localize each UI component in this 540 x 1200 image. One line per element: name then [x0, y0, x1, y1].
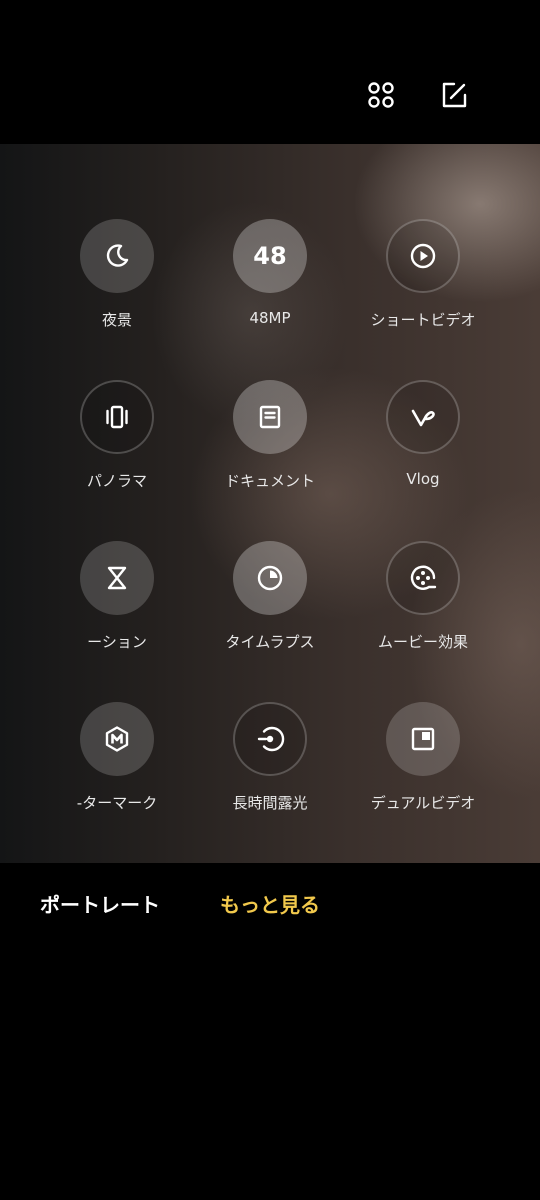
- panorama-icon: [80, 380, 154, 454]
- long-exposure-icon: [233, 702, 307, 776]
- dual-video-icon: [386, 702, 460, 776]
- mode-short-video[interactable]: ショートビデオ: [333, 219, 513, 359]
- mode-grid-panel: 夜景 48 48MP ショートビデオ パノラマ ドキュメント Vlog ーション…: [0, 144, 540, 863]
- edit-icon[interactable]: [436, 77, 472, 113]
- mode-tab-portrait[interactable]: ポートレート: [40, 889, 160, 918]
- top-bar: [0, 0, 540, 144]
- hourglass-icon: [80, 541, 154, 615]
- mode-label: Vlog: [406, 470, 440, 488]
- mode-tab-more[interactable]: もっと見る: [220, 889, 320, 918]
- film-reel-icon: [386, 541, 460, 615]
- mode-vlog[interactable]: Vlog: [333, 380, 513, 520]
- moon-icon: [80, 219, 154, 293]
- 48-icon: 48: [233, 219, 307, 293]
- mode-label: ムービー効果: [377, 633, 468, 651]
- mode-movie-effect[interactable]: ムービー効果: [333, 541, 513, 681]
- timelapse-icon: [233, 541, 307, 615]
- play-icon: [386, 219, 460, 293]
- mode-label: デュアルビデオ: [370, 794, 476, 812]
- grid-icon[interactable]: [363, 77, 399, 113]
- mode-switch-bar: ポートレート もっと見る: [0, 863, 540, 1200]
- mode-dual-video[interactable]: デュアルビデオ: [333, 702, 513, 842]
- mode-label: ショートビデオ: [370, 311, 476, 329]
- document-icon: [233, 380, 307, 454]
- watermark-icon: [80, 702, 154, 776]
- vlog-icon: [386, 380, 460, 454]
- 48-icon-text: 48: [253, 242, 287, 270]
